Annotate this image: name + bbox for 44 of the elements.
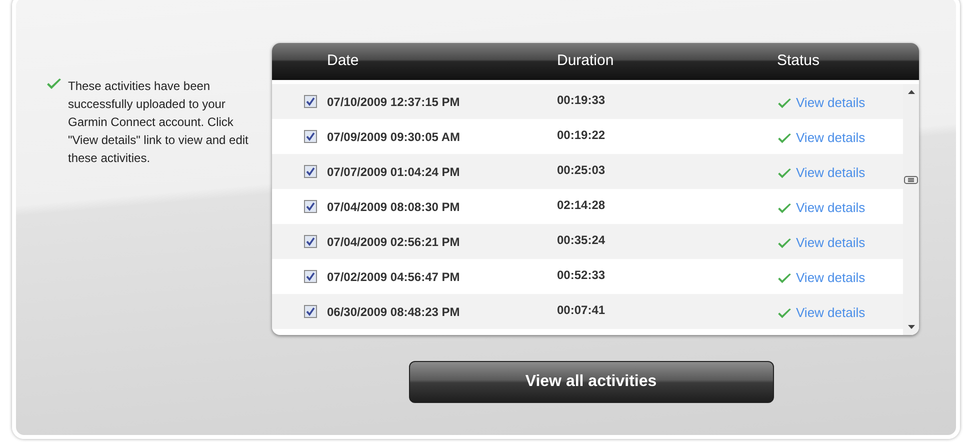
checkmark-icon — [777, 132, 792, 144]
checkmark-icon — [777, 168, 792, 178]
view-details-link[interactable]: View details — [796, 93, 866, 113]
view-details-link[interactable]: View details — [796, 128, 866, 148]
checkmark-icon — [777, 272, 792, 284]
row-checkbox[interactable] — [304, 130, 317, 143]
view-details-link[interactable]: View details — [796, 233, 866, 253]
row-checkbox[interactable] — [304, 305, 317, 318]
view-details-link[interactable]: View details — [796, 163, 866, 183]
checkmark-icon — [46, 78, 62, 90]
column-header: Duration — [557, 51, 615, 72]
column-header: Date — [326, 51, 360, 72]
duration-cell-text: 02:14:28 — [557, 196, 606, 214]
date-cell-text: 06/30/2009 08:48:23 PM — [327, 304, 461, 320]
duration-cell-text: 00:19:22 — [557, 126, 606, 144]
upload-success-message: These activities have been successfully uploaded to your Garmin Connect account. Click "View details" link to view and edit these activities. — [68, 78, 250, 167]
view-details-link[interactable]: View details — [796, 198, 866, 218]
row-checkbox[interactable] — [304, 235, 317, 248]
checkmark-icon — [777, 308, 792, 318]
view-details-link[interactable]: View details — [796, 303, 866, 323]
scroll-thumb-icon[interactable] — [904, 176, 918, 184]
date-cell-text: 07/07/2009 01:04:24 PM — [327, 164, 461, 180]
checkmark-icon — [777, 202, 792, 214]
date-cell-text: 07/04/2009 02:56:21 PM — [327, 234, 461, 250]
scroll-up-icon[interactable] — [908, 90, 914, 94]
row-checkbox[interactable] — [304, 95, 317, 108]
scroll-down-icon[interactable] — [908, 325, 914, 329]
duration-cell-text: 00:25:03 — [557, 162, 606, 178]
view-details-link[interactable]: View details — [796, 268, 866, 288]
duration-cell-text: 00:07:41 — [557, 302, 606, 318]
row-checkbox[interactable] — [304, 165, 317, 178]
date-cell-text: 07/04/2009 08:08:30 PM — [327, 198, 461, 216]
date-cell-text: 07/10/2009 12:37:15 PM — [327, 94, 461, 110]
duration-cell-text: 00:52:33 — [557, 266, 606, 284]
view-all-activities-button[interactable]: View all activities — [408, 361, 774, 403]
column-header: Status — [777, 51, 821, 72]
date-cell-text: 07/02/2009 04:56:47 PM — [327, 268, 461, 286]
row-checkbox[interactable] — [304, 270, 317, 283]
checkmark-icon — [777, 238, 792, 248]
row-checkbox[interactable] — [304, 200, 317, 213]
duration-cell-text: 00:35:24 — [557, 232, 606, 248]
date-cell-text: 07/09/2009 09:30:05 AM — [327, 128, 461, 146]
duration-cell-text: 00:19:33 — [557, 92, 606, 108]
checkmark-icon — [777, 98, 792, 108]
